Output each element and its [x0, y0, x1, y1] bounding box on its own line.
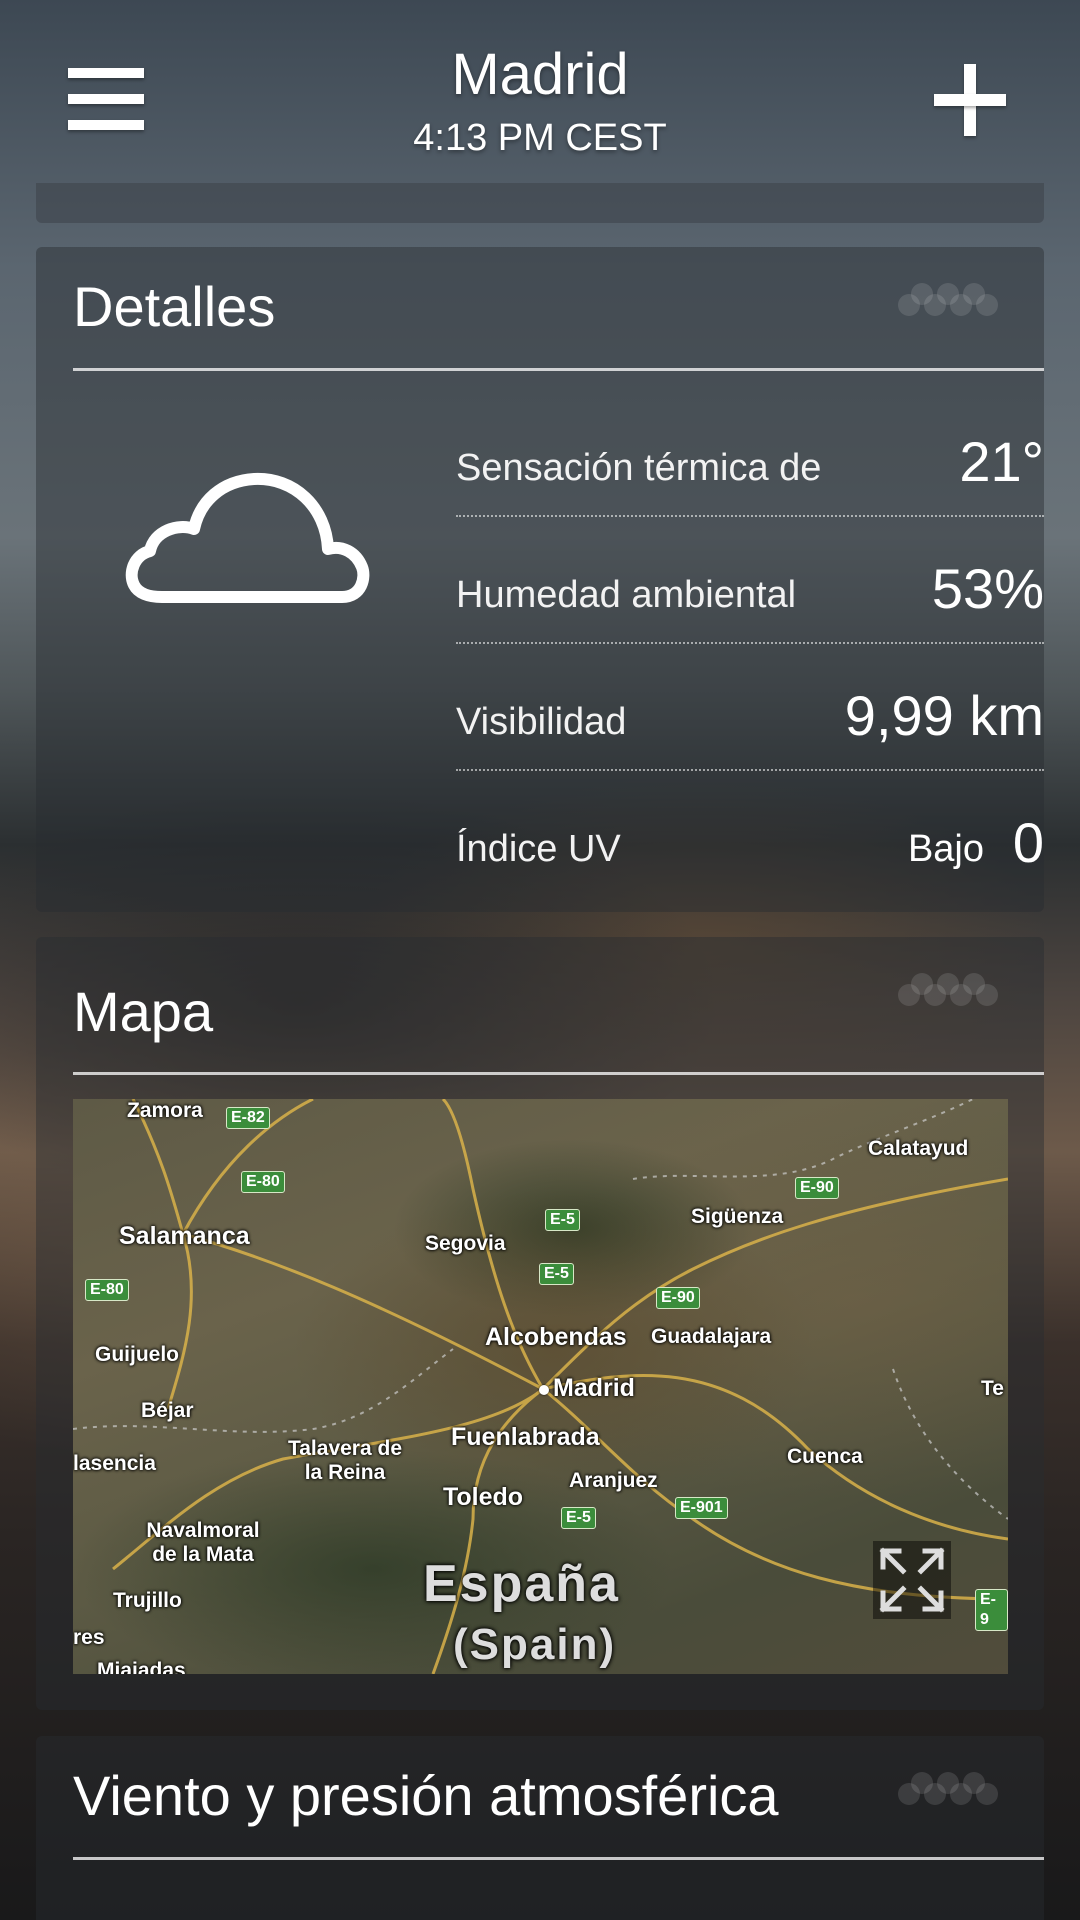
- visibility-label: Visibilidad: [456, 701, 627, 743]
- road-label: E-90: [656, 1287, 700, 1309]
- map-label: Sigüenza: [691, 1205, 784, 1228]
- map-label: Aranjuez: [569, 1469, 658, 1492]
- map-label: Guijuelo: [95, 1343, 179, 1366]
- country-label: España: [423, 1555, 620, 1613]
- row-separator: [456, 515, 1044, 517]
- app-header: Madrid 4:13 PM CEST: [0, 0, 1080, 190]
- details-card: Detalles Sensación térmica de 21° Humeda…: [36, 247, 1044, 912]
- wind-pressure-title: Viento y presión atmosférica: [73, 1764, 779, 1827]
- map-label: Guadalajara: [651, 1325, 772, 1348]
- previous-card-edge: [36, 183, 1044, 223]
- map-label: Te: [981, 1377, 1004, 1400]
- road-label: E-82: [226, 1107, 270, 1129]
- road-label: E-90: [795, 1177, 839, 1199]
- road-label: E-80: [85, 1279, 129, 1301]
- map-label: Trujillo: [113, 1589, 182, 1612]
- road-label: E-80: [241, 1171, 285, 1193]
- map-label: Béjar: [141, 1399, 194, 1422]
- road-label: E-5: [545, 1209, 580, 1231]
- map-view[interactable]: Zamora E-82 Calatayud E-80 E-90 E-5 Sigü…: [73, 1099, 1008, 1674]
- row-separator: [456, 769, 1044, 771]
- map-label: Calatayud: [868, 1137, 969, 1160]
- wind-pressure-card: Viento y presión atmosférica: [36, 1736, 1044, 1920]
- map-card: Mapa Zamora E-82 Calatayud E-80 E-90 E-5…: [36, 937, 1044, 1710]
- wind-divider: [73, 1857, 1044, 1860]
- road-label: E-901: [675, 1497, 728, 1519]
- feels-like-value: 21°: [959, 430, 1044, 493]
- uv-index-level: Bajo: [907, 828, 984, 870]
- country-alt-label: (Spain): [453, 1620, 617, 1669]
- map-label: Navalmoral de la Mata: [146, 1519, 260, 1566]
- uv-index-value: 0: [1012, 811, 1044, 874]
- feels-like-row: Sensación térmica de 21°: [456, 391, 1044, 517]
- map-title: Mapa: [73, 980, 214, 1043]
- madrid-marker: [539, 1385, 549, 1395]
- road-label: E-5: [539, 1263, 574, 1285]
- row-separator: [456, 642, 1044, 644]
- visibility-row: Visibilidad 9,99 km: [456, 645, 1044, 771]
- fullscreen-expand-icon[interactable]: [873, 1541, 951, 1619]
- drag-handle-icon[interactable]: [898, 1772, 1008, 1816]
- details-title: Detalles: [73, 275, 276, 338]
- map-label: Segovia: [425, 1232, 506, 1255]
- map-divider: [73, 1072, 1044, 1075]
- drag-handle-icon[interactable]: [898, 283, 1008, 327]
- location-city[interactable]: Madrid: [0, 40, 1080, 110]
- location-time: 4:13 PM CEST: [413, 117, 667, 159]
- details-divider: [73, 368, 1044, 371]
- map-label: Cuenca: [787, 1445, 863, 1468]
- uv-index-label: Índice UV: [456, 828, 621, 870]
- feels-like-label: Sensación térmica de: [456, 447, 822, 489]
- map-label: Salamanca: [119, 1222, 250, 1250]
- map-label: Fuenlabrada: [451, 1423, 600, 1451]
- visibility-value: 9,99 km: [844, 684, 1044, 747]
- map-label: Zamora: [127, 1099, 203, 1122]
- map-label: Alcobendas: [485, 1323, 627, 1351]
- road-label: E-9: [975, 1589, 1008, 1631]
- map-label: res: [73, 1626, 105, 1649]
- map-label: Madrid: [553, 1374, 635, 1402]
- drag-handle-icon[interactable]: [898, 973, 1008, 1017]
- map-label: Toledo: [443, 1483, 524, 1511]
- cloud-icon: [125, 472, 370, 603]
- map-label: Miajadas: [97, 1659, 186, 1674]
- add-location-icon[interactable]: [930, 60, 1010, 140]
- humidity-value: 53%: [931, 557, 1044, 620]
- map-label: Talavera de la Reina: [287, 1437, 402, 1484]
- uv-index-row: Índice UV Bajo 0: [456, 772, 1044, 898]
- humidity-row: Humedad ambiental 53%: [456, 518, 1044, 644]
- humidity-label: Humedad ambiental: [456, 574, 797, 616]
- road-label: E-5: [561, 1507, 596, 1529]
- map-label: lasencia: [73, 1452, 156, 1475]
